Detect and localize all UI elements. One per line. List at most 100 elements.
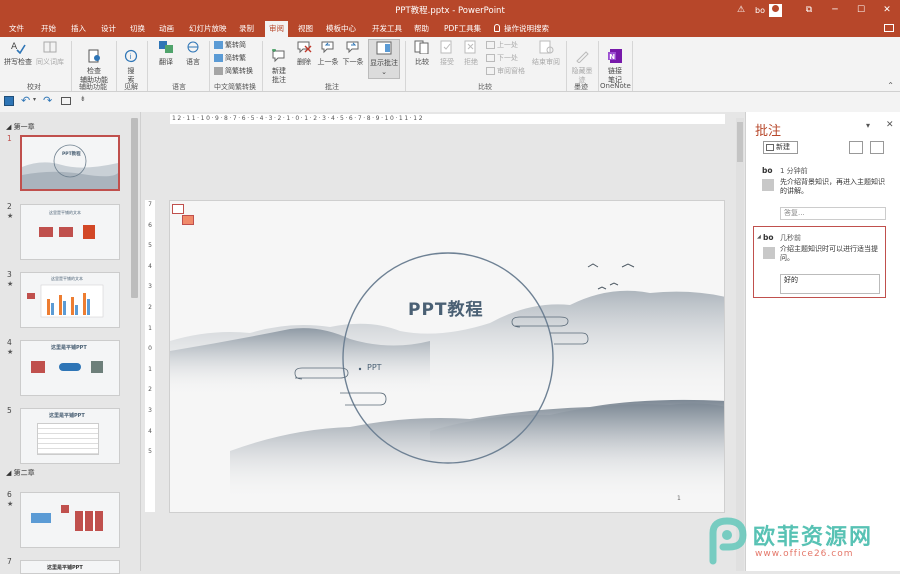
new-comment-button[interactable]: 新建 批注 (266, 40, 292, 85)
slide-thumbnail-1[interactable]: PPT教程 (20, 135, 120, 191)
tab-help[interactable]: 帮助 (414, 23, 429, 34)
warning-icon[interactable]: ⚠ (737, 5, 745, 15)
separator (405, 41, 406, 91)
slide-number: 1 (7, 134, 12, 143)
tab-file[interactable]: 文件 (9, 23, 24, 34)
slide-number: 4 (7, 338, 12, 347)
tab-template-center[interactable]: 模板中心 (326, 23, 356, 34)
maximize-button[interactable]: ☐ (848, 5, 874, 15)
ribbon-display-options-button[interactable]: ⧉ (796, 5, 822, 15)
language-label: 语言 (186, 58, 200, 66)
reply-input[interactable]: 好的 (780, 274, 880, 294)
tab-animations[interactable]: 动画 (159, 23, 174, 34)
tab-slideshow[interactable]: 幻灯片放映 (189, 23, 227, 34)
slide-scrollbar[interactable] (736, 118, 744, 571)
ruler-tick: 5 (148, 448, 152, 456)
reply-value: 好的 (784, 276, 798, 284)
compare-button[interactable]: 比较 (410, 40, 434, 67)
slide-number: 2 (7, 202, 12, 211)
spelling-button[interactable]: A 拼写检查 (3, 40, 33, 67)
comment-marker-icon[interactable] (172, 204, 184, 214)
reject-icon (464, 40, 476, 54)
reply-placeholder: 答复... (784, 209, 805, 217)
slideshow-icon[interactable] (61, 97, 71, 105)
slide-thumbnail-6[interactable] (20, 492, 120, 548)
translate-button[interactable]: 翻译 (153, 40, 179, 67)
comment-marker-icon[interactable] (182, 215, 194, 225)
tell-me-search[interactable]: 操作说明搜索 (494, 23, 549, 34)
end-review-button[interactable]: 结束审阅 (530, 40, 562, 67)
slide-thumbnail-4[interactable]: 这里是平铺PPT (20, 340, 120, 396)
customize-qat-icon[interactable]: ⇟ (80, 95, 86, 103)
hide-ink-button[interactable]: 隐藏墨 迹 (570, 40, 594, 85)
comment-thread-selected[interactable]: ◢ bo 几秒前 介绍主题知识时可以进行适当提问。 好的 (753, 226, 886, 298)
previous-change-button[interactable]: 上一处 (486, 41, 518, 50)
undo-icon[interactable]: ↶ (21, 94, 30, 107)
language-button[interactable]: 语言 (180, 40, 206, 67)
slide-number: 6 (7, 490, 12, 499)
close-pane-button[interactable]: ✕ (886, 120, 894, 130)
section-header-2[interactable]: ◢ 第二章 (6, 468, 35, 478)
slide-subtitle[interactable]: PPT (367, 363, 382, 372)
comment-text[interactable]: 先介绍背景知识，再进入主题知识的讲解。 (780, 178, 888, 196)
new-comment-pane-button[interactable]: 新建 (763, 141, 798, 154)
trad-to-simp-button[interactable]: 繁转简 (214, 41, 246, 50)
user-name[interactable]: bo (755, 6, 765, 15)
minimize-button[interactable]: ─ (822, 5, 848, 15)
accept-button[interactable]: 接受 (436, 40, 458, 67)
chinese-conversion-button[interactable]: 简繁转换 (214, 67, 253, 76)
next-comment-button[interactable]: 下一条 (341, 40, 365, 67)
redo-icon[interactable]: ↷ (43, 94, 52, 107)
collapse-ribbon-icon[interactable]: ⌃ (887, 81, 894, 90)
tab-review[interactable]: 审阅 (265, 21, 288, 37)
section-header-1[interactable]: ◢ 第一章 (6, 122, 35, 132)
delete-comment-button[interactable]: 删除 (293, 40, 315, 67)
reject-button[interactable]: 拒绝 (460, 40, 482, 67)
simp-to-trad-button[interactable]: 简转繁 (214, 54, 246, 63)
check-accessibility-button[interactable]: 检查 辅助功能 (76, 40, 112, 85)
separator (147, 41, 148, 91)
tab-view[interactable]: 视图 (298, 23, 313, 34)
pane-options-dropdown[interactable]: ▾ (866, 121, 870, 130)
thumbnail-title: 这里是平铺PPT (49, 413, 85, 419)
save-icon[interactable] (4, 96, 14, 106)
undo-dropdown-icon[interactable]: ▾ (33, 96, 36, 103)
tab-pdf-tools[interactable]: PDF工具集 (444, 23, 481, 34)
collapse-thread-icon[interactable]: ◢ (757, 234, 761, 240)
slide-thumbnail-2[interactable]: 这里是平铺的文本 (20, 204, 120, 260)
ribbon-tabs: 文件 开始 插入 设计 切换 动画 幻灯片放映 录制 审阅 视图 模板中心 开发… (0, 20, 900, 37)
tab-insert[interactable]: 插入 (71, 23, 86, 34)
tab-developer[interactable]: 开发工具 (372, 23, 402, 34)
smart-lookup-button[interactable]: i搜 索 (120, 40, 142, 85)
reviewing-pane-button[interactable]: 审阅窗格 (486, 67, 525, 76)
slide-thumbnail-5[interactable]: 这里是平铺PPT (20, 408, 120, 464)
comment-thread[interactable]: bo 1 分钟前 先介绍背景知识，再进入主题知识的讲解。 答复... (754, 166, 892, 221)
linked-notes-button[interactable]: N 链接 笔记 (602, 40, 628, 85)
slide-thumbnail-7[interactable]: 这里是平铺PPT (20, 560, 120, 574)
tab-record[interactable]: 录制 (239, 23, 254, 34)
thumbnail-icon (59, 227, 73, 237)
next-comment-icon[interactable] (870, 141, 884, 154)
slide-thumbnail-3[interactable]: 这里是平铺的文本 (20, 272, 120, 328)
comment-text[interactable]: 介绍主题知识时可以进行适当提问。 (780, 245, 880, 263)
current-slide[interactable]: PPT教程 PPT 1 (169, 200, 725, 513)
scrollbar-thumb[interactable] (737, 122, 743, 162)
reply-input[interactable]: 答复... (780, 207, 886, 220)
separator (632, 41, 633, 91)
delete-comment-icon (297, 41, 312, 54)
slide-title[interactable]: PPT教程 (408, 295, 484, 320)
previous-comment-button[interactable]: 上一条 (316, 40, 340, 67)
thumbnails-scrollbar[interactable] (131, 118, 138, 298)
previous-comment-icon[interactable] (849, 141, 863, 154)
show-comments-button[interactable]: 显示批注 ⌄ (368, 39, 400, 79)
tab-design[interactable]: 设计 (101, 23, 116, 34)
close-button[interactable]: ✕ (874, 5, 900, 15)
section-label: 第一章 (13, 123, 35, 131)
comments-toggle-icon[interactable] (884, 24, 894, 32)
avatar[interactable] (769, 3, 782, 17)
ruler-tick: 4 (148, 427, 152, 435)
tab-transitions[interactable]: 切换 (130, 23, 145, 34)
thesaurus-button[interactable]: 同义词库 (35, 40, 65, 67)
tab-home[interactable]: 开始 (41, 23, 56, 34)
next-change-button[interactable]: 下一处 (486, 54, 518, 63)
